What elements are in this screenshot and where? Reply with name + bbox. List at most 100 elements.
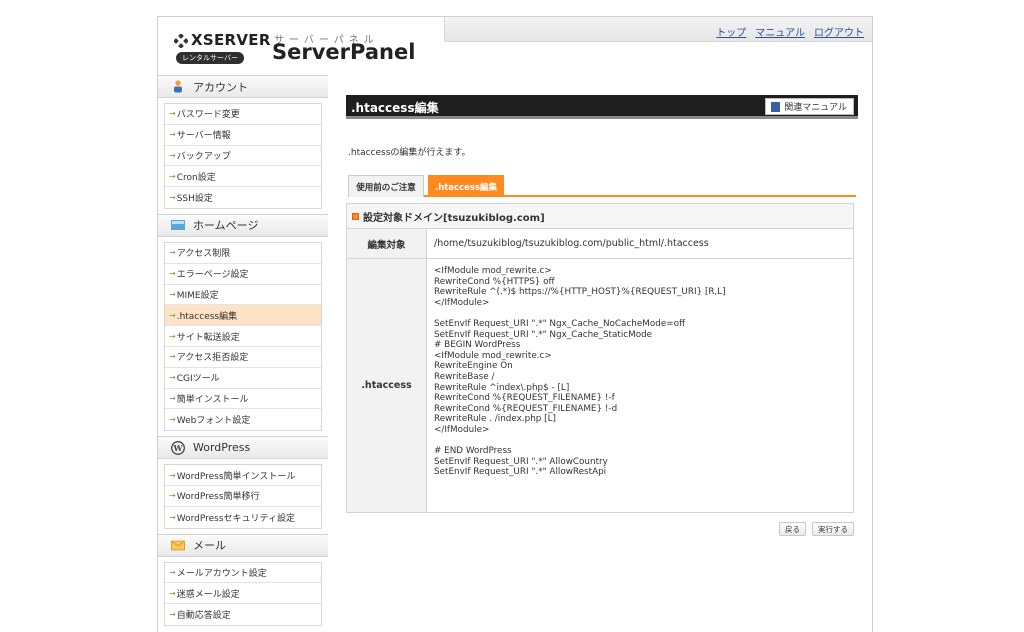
- sidebar-item-wp-easy-install[interactable]: → WordPress簡単インストール: [165, 465, 321, 486]
- sidebar-item-label: WordPress簡単移行: [176, 492, 260, 503]
- sidebar-item-label: バックアップ: [176, 151, 231, 162]
- arrow-icon: →: [169, 269, 176, 279]
- arrow-icon: →: [169, 415, 176, 425]
- section-title: アカウント: [193, 80, 248, 94]
- homepage-icon: [171, 218, 185, 232]
- top-link[interactable]: トップ: [716, 24, 746, 39]
- related-manual-button[interactable]: 関連マニュアル: [765, 98, 854, 115]
- tab-bar: 使用前のご注意 .htaccess編集: [348, 175, 856, 197]
- arrow-icon: →: [169, 470, 176, 480]
- section-title: メール: [193, 539, 226, 553]
- section-title: ホームページ: [193, 219, 259, 233]
- xserver-logo-icon: [174, 34, 188, 48]
- page-description: .htaccessの編集が行えます。: [348, 148, 471, 158]
- page-title-bar: .htaccess編集 関連マニュアル: [346, 95, 858, 119]
- sidebar-item-password[interactable]: → パスワード変更: [165, 104, 321, 125]
- manual-link[interactable]: マニュアル: [755, 24, 805, 39]
- mail-icon: [171, 538, 185, 552]
- sidebar-item-label: WordPressセキュリティ設定: [176, 513, 295, 524]
- tab-usage-notes[interactable]: 使用前のご注意: [348, 175, 424, 197]
- sidebar: アカウント → パスワード変更 → サーバー情報 → バックアップ → Cron設定 →…: [158, 75, 328, 632]
- edit-target-label: 編集対象: [347, 229, 427, 258]
- book-icon: [771, 101, 781, 112]
- sidebar-item-htaccess[interactable]: → .htaccess編集: [165, 305, 321, 327]
- sidebar-section-wordpress: W WordPress: [158, 436, 328, 460]
- brand-logo-text: XSERVER: [191, 31, 271, 49]
- arrow-icon: →: [169, 512, 176, 522]
- homepage-menu: → アクセス制限 → エラーページ設定 → MIME設定 → .htaccess編集 →…: [164, 241, 322, 432]
- arrow-icon: →: [169, 567, 176, 577]
- panel-name: ServerPanel: [272, 40, 416, 64]
- tab-htaccess-edit[interactable]: .htaccess編集: [428, 175, 504, 197]
- sidebar-item-label: Webフォント設定: [176, 416, 251, 427]
- sidebar-item-easy-install[interactable]: → 簡単インストール: [165, 388, 321, 410]
- arrow-icon: →: [169, 109, 176, 119]
- sidebar-item-cron[interactable]: → Cron設定: [165, 166, 321, 188]
- arrow-icon: →: [169, 150, 176, 160]
- header-links: トップ マニュアル ログアウト: [716, 24, 864, 39]
- server-panel-window: XSERVER レンタルサーバー サーバーパネル ServerPanel トップ…: [157, 16, 873, 632]
- mail-menu: → メールアカウント設定 → 迷惑メール設定 → 自動応答設定: [164, 561, 322, 626]
- sidebar-item-label: メールアカウント設定: [176, 568, 267, 579]
- sidebar-item-access-deny[interactable]: → アクセス拒否設定: [165, 346, 321, 368]
- arrow-icon: →: [169, 610, 176, 620]
- arrow-icon: →: [169, 588, 176, 598]
- sidebar-item-server-info[interactable]: → サーバー情報: [165, 124, 321, 146]
- page-title: .htaccess編集: [351, 101, 439, 115]
- sidebar-section-mail: メール: [158, 533, 328, 557]
- wordpress-menu: → WordPress簡単インストール → WordPress簡単移行 → WordP…: [164, 464, 322, 529]
- arrow-icon: →: [169, 373, 176, 383]
- sidebar-item-ssh[interactable]: → SSH設定: [165, 187, 321, 208]
- sidebar-item-wp-security[interactable]: → WordPressセキュリティ設定: [165, 506, 321, 528]
- action-buttons: 戻る 実行する: [779, 522, 854, 536]
- arrow-icon: →: [169, 248, 176, 258]
- sidebar-item-label: WordPress簡単インストール: [176, 471, 296, 482]
- sidebar-item-site-redirect[interactable]: → サイト転送設定: [165, 326, 321, 347]
- execute-button[interactable]: 実行する: [812, 522, 854, 536]
- sidebar-item-label: SSH設定: [176, 194, 213, 205]
- sidebar-item-backup[interactable]: → バックアップ: [165, 145, 321, 167]
- arrow-icon: →: [169, 171, 176, 181]
- htaccess-label: .htaccess: [347, 259, 427, 512]
- main-content: .htaccess編集 関連マニュアル .htaccessの編集が行えます。 使…: [346, 75, 858, 632]
- sidebar-item-mime[interactable]: → MIME設定: [165, 284, 321, 306]
- edit-target-path: /home/tsuzukiblog/tsuzukiblog.com/public…: [434, 238, 709, 249]
- brand-sub-badge: レンタルサーバー: [176, 52, 244, 64]
- sidebar-item-spam[interactable]: → 迷惑メール設定: [165, 583, 321, 605]
- sidebar-item-label: MIME設定: [176, 290, 219, 301]
- sidebar-item-label: 簡単インストール: [176, 394, 249, 405]
- back-button[interactable]: 戻る: [779, 522, 806, 536]
- arrow-icon: →: [169, 130, 176, 140]
- domain-heading: 設定対象ドメイン[tsuzukiblog.com]: [347, 204, 853, 229]
- sidebar-item-mail-account[interactable]: → メールアカウント設定: [165, 562, 321, 584]
- logout-link[interactable]: ログアウト: [814, 24, 864, 39]
- htaccess-editor[interactable]: <IfModule mod_rewrite.c> RewriteCond %{H…: [427, 259, 853, 512]
- person-icon: [171, 80, 185, 94]
- sidebar-item-label: .htaccess編集: [176, 311, 238, 322]
- svg-text:W: W: [173, 443, 184, 453]
- sidebar-item-web-font[interactable]: → Webフォント設定: [165, 409, 321, 431]
- sidebar-item-label: 迷惑メール設定: [176, 589, 240, 600]
- wordpress-icon: W: [171, 440, 185, 455]
- sidebar-item-label: アクセス制限: [176, 249, 231, 260]
- sidebar-item-auto-reply[interactable]: → 自動応答設定: [165, 604, 321, 625]
- arrow-icon: →: [169, 310, 176, 320]
- sidebar-item-cgi-tools[interactable]: → CGIツール: [165, 367, 321, 389]
- sidebar-section-homepage: ホームページ: [158, 213, 328, 237]
- section-title: WordPress: [193, 441, 251, 455]
- domain-settings-panel: 設定対象ドメイン[tsuzukiblog.com] 編集対象 /home/tsu…: [346, 203, 854, 513]
- orange-square-icon: [352, 212, 359, 220]
- arrow-icon: →: [169, 491, 176, 501]
- sidebar-item-label: 自動応答設定: [176, 611, 231, 622]
- sidebar-item-access-limit[interactable]: → アクセス制限: [165, 242, 321, 264]
- sidebar-item-label: エラーページ設定: [176, 270, 249, 281]
- arrow-icon: →: [169, 393, 176, 403]
- account-menu: → パスワード変更 → サーバー情報 → バックアップ → Cron設定 → SSH設定: [164, 103, 322, 209]
- sidebar-item-error-page[interactable]: → エラーページ設定: [165, 263, 321, 285]
- sidebar-item-label: CGIツール: [176, 374, 220, 385]
- htaccess-row: .htaccess <IfModule mod_rewrite.c> Rewri…: [347, 259, 853, 512]
- edit-target-row: 編集対象 /home/tsuzukiblog/tsuzukiblog.com/p…: [347, 229, 853, 259]
- arrow-icon: →: [169, 193, 176, 203]
- sidebar-item-label: サイト転送設定: [176, 332, 240, 343]
- sidebar-item-wp-migration[interactable]: → WordPress簡単移行: [165, 485, 321, 507]
